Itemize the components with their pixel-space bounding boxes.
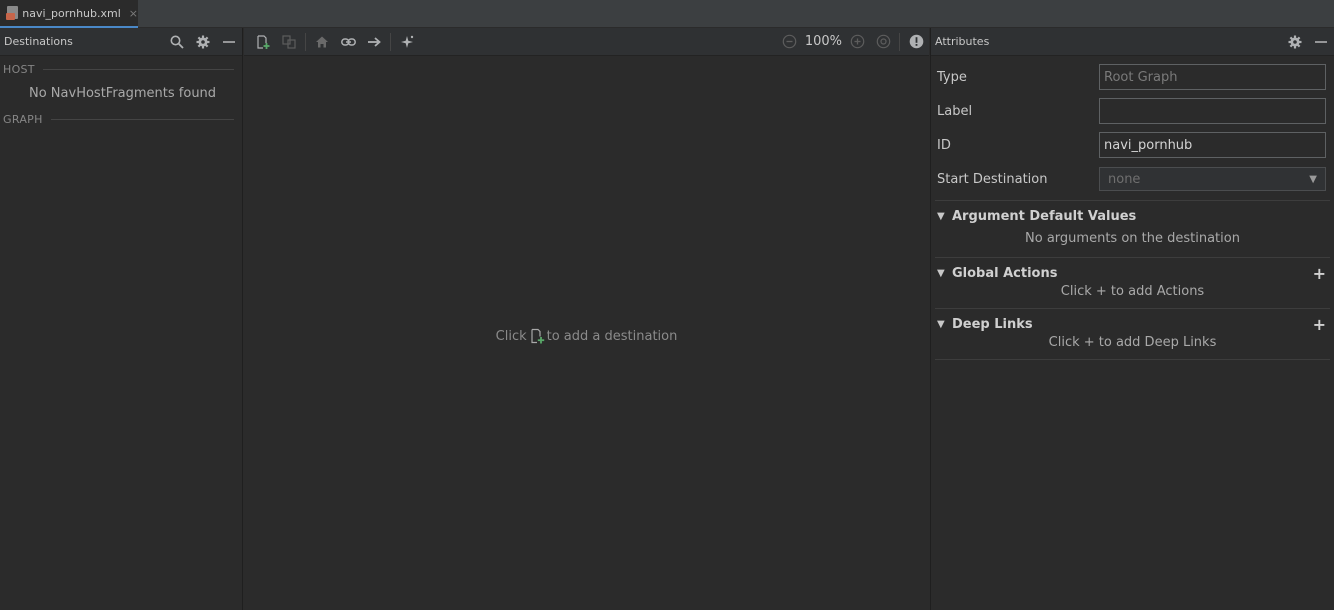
gear-icon[interactable] — [1282, 28, 1308, 56]
editor-tab-bar: navi_pornhub.xml × — [0, 0, 1334, 28]
attributes-header: Attributes — [931, 28, 1334, 56]
host-section: HOST — [0, 58, 242, 80]
search-icon[interactable] — [164, 28, 190, 56]
link-icon[interactable] — [335, 30, 361, 54]
deep-links-message: Click + to add Deep Links — [1048, 335, 1217, 350]
close-icon[interactable]: × — [129, 7, 138, 20]
zoom-in-icon[interactable] — [844, 30, 870, 54]
destinations-panel: Destinations HOST No NavHostFragments fo… — [0, 28, 243, 610]
attributes-title: Attributes — [935, 35, 990, 48]
warning-icon[interactable] — [903, 30, 929, 54]
zoom-fit-icon[interactable] — [870, 30, 896, 54]
graph-divider — [50, 118, 234, 120]
deep-links-title: Deep Links — [952, 316, 1033, 332]
section-divider — [935, 359, 1330, 360]
expand-triangle-icon[interactable]: ▼ — [937, 319, 952, 330]
navigation-canvas[interactable]: 100% Click to add a destination — [244, 28, 929, 610]
section-divider — [935, 200, 1330, 201]
expand-triangle-icon[interactable]: ▼ — [937, 211, 952, 222]
tab-label: navi_pornhub.xml — [22, 6, 121, 20]
section-divider — [935, 308, 1330, 309]
start-destination-row: Start Destination none ▼ — [931, 162, 1334, 196]
toolbar-separator — [305, 32, 306, 51]
zoom-out-icon[interactable] — [777, 30, 803, 54]
label-row: Label — [931, 94, 1334, 128]
start-destination-select[interactable]: none ▼ — [1099, 167, 1326, 191]
host-divider — [42, 68, 234, 70]
nested-graph-icon[interactable] — [276, 30, 302, 54]
minimize-icon[interactable] — [216, 28, 242, 56]
start-destination-label: Start Destination — [937, 171, 1048, 187]
arrow-right-icon[interactable] — [361, 30, 387, 54]
global-actions-header[interactable]: ▼ Global Actions + — [931, 262, 1334, 284]
canvas-empty-hint: Click to add a destination — [244, 328, 929, 344]
home-icon[interactable] — [309, 30, 335, 54]
section-divider — [935, 257, 1330, 258]
dropdown-arrow-icon: ▼ — [1309, 173, 1317, 185]
deep-links-header[interactable]: ▼ Deep Links + — [931, 313, 1334, 335]
expand-triangle-icon[interactable]: ▼ — [937, 268, 952, 279]
zoom-level: 100% — [804, 34, 842, 49]
tab-navi-pornhub[interactable]: navi_pornhub.xml × — [0, 0, 138, 28]
graph-section: GRAPH — [0, 108, 242, 130]
toolbar-separator — [899, 32, 900, 51]
id-field[interactable]: navi_pornhub — [1099, 132, 1326, 158]
canvas-toolbar: 100% — [244, 28, 929, 56]
toolbar-separator — [390, 32, 391, 51]
destinations-title: Destinations — [4, 35, 73, 48]
minimize-icon[interactable] — [1308, 28, 1334, 56]
argument-defaults-header[interactable]: ▼ Argument Default Values — [931, 205, 1334, 227]
argument-defaults-title: Argument Default Values — [952, 208, 1137, 224]
new-destination-icon[interactable] — [250, 30, 276, 54]
global-actions-title: Global Actions — [952, 265, 1058, 281]
id-label: ID — [937, 137, 951, 153]
gear-icon[interactable] — [190, 28, 216, 56]
add-action-plus-icon[interactable]: + — [1313, 264, 1326, 283]
new-destination-icon — [529, 328, 545, 344]
global-actions-message: Click + to add Actions — [1060, 284, 1205, 299]
label-field[interactable] — [1099, 98, 1326, 124]
hint-click-text: Click — [495, 328, 527, 344]
type-label: Type — [937, 69, 967, 85]
hint-action-text: to add a destination — [546, 328, 678, 344]
argument-defaults-message: No arguments on the destination — [1025, 231, 1240, 246]
host-empty-message: No NavHostFragments found — [29, 85, 217, 101]
attributes-panel: Attributes Type Root Graph Label ID navi… — [930, 28, 1334, 610]
file-xml-icon — [6, 6, 18, 20]
auto-arrange-icon[interactable] — [394, 30, 420, 54]
type-row: Type Root Graph — [931, 60, 1334, 94]
label-label: Label — [937, 103, 973, 119]
start-destination-value: none — [1108, 171, 1141, 187]
id-row: ID navi_pornhub — [931, 128, 1334, 162]
graph-section-label: GRAPH — [3, 112, 43, 126]
add-deep-link-plus-icon[interactable]: + — [1313, 315, 1326, 334]
type-field[interactable]: Root Graph — [1099, 64, 1326, 90]
host-section-label: HOST — [3, 62, 35, 76]
destinations-header: Destinations — [0, 28, 242, 56]
